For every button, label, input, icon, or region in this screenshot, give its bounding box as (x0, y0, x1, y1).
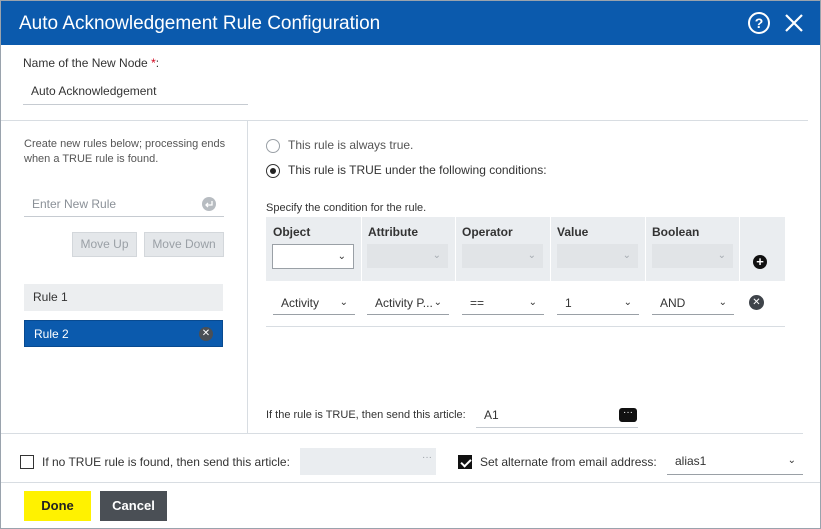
cancel-button[interactable]: Cancel (100, 491, 167, 521)
chevron-down-icon: ⌄ (718, 297, 727, 308)
column-header-value: Value (557, 225, 589, 239)
rules-help-line2: when a TRUE rule is found. (24, 153, 159, 165)
no-true-rule-label: If no TRUE rule is found, then send this… (42, 455, 290, 469)
column-header-boolean: Boolean (652, 225, 700, 239)
add-condition-icon[interactable]: + (753, 255, 767, 269)
condition-value-value: 1 (565, 296, 572, 310)
condition-object-value: Activity (281, 296, 320, 310)
send-article-input[interactable]: A1 (476, 404, 638, 428)
alternate-email-select[interactable]: alias1 ⌄ (667, 449, 803, 475)
help-icon[interactable]: ? (748, 12, 770, 34)
node-name-label: Name of the New Node *: (23, 56, 159, 70)
column-header-attribute: Attribute (368, 225, 418, 239)
title-bar: Auto Acknowledgement Rule Configuration … (1, 1, 820, 45)
col-separator (361, 217, 362, 281)
rule-list-item-2[interactable]: Rule 2 ✕ (24, 320, 223, 347)
rule-list-item-1[interactable]: Rule 1 (24, 284, 223, 311)
chevron-down-icon: ⌄ (528, 297, 537, 308)
chevron-down-icon: ⌄ (717, 250, 726, 261)
always-true-radio[interactable] (266, 139, 280, 153)
chevron-down-icon: ⌄ (337, 251, 346, 262)
object-header-select[interactable]: ⌄ (272, 244, 354, 269)
enter-icon[interactable] (202, 197, 216, 211)
chevron-down-icon: ⌄ (432, 250, 441, 261)
section-divider (1, 120, 808, 121)
chevron-down-icon: ⌄ (787, 455, 796, 466)
actions-divider (1, 482, 820, 483)
alternate-email-value: alias1 (675, 454, 707, 468)
browse-article-icon[interactable]: ··· (619, 408, 637, 422)
node-name-label-text: Name of the New Node (23, 56, 152, 70)
chevron-down-icon: ⌄ (339, 297, 348, 308)
rule-1-label: Rule 1 (33, 290, 68, 304)
operator-header-select: ⌄ (462, 244, 543, 268)
conditional-radio[interactable] (266, 164, 280, 178)
condition-object-select[interactable]: Activity ⌄ (273, 291, 355, 315)
chevron-down-icon: ⌄ (527, 250, 536, 261)
condition-value-select[interactable]: 1 ⌄ (557, 291, 639, 315)
chevron-down-icon: ⌄ (433, 297, 442, 308)
send-article-label: If the rule is TRUE, then send this arti… (266, 409, 466, 421)
condition-hint: Specify the condition for the rule. (266, 202, 427, 214)
condition-boolean-value: AND (660, 296, 686, 310)
rule-config-dialog: Auto Acknowledgement Rule Configuration … (0, 0, 821, 529)
condition-operator-select[interactable]: == ⌄ (462, 291, 544, 315)
panel-divider (247, 120, 248, 433)
rule-2-label: Rule 2 (34, 327, 69, 341)
column-header-operator: Operator (462, 225, 513, 239)
dialog-title: Auto Acknowledgement Rule Configuration (19, 13, 381, 34)
col-separator (455, 217, 456, 281)
alternate-email-checkbox[interactable] (458, 455, 472, 469)
node-name-input[interactable]: Auto Acknowledgement (23, 80, 248, 105)
condition-attribute-value: Activity P... (375, 296, 433, 310)
condition-attribute-select[interactable]: Activity P... ⌄ (367, 291, 449, 315)
col-separator (645, 217, 646, 281)
new-rule-input[interactable]: Enter New Rule (24, 193, 224, 217)
col-separator (739, 217, 740, 281)
attribute-header-select: ⌄ (367, 244, 448, 268)
close-icon[interactable] (783, 11, 805, 35)
move-down-button[interactable]: Move Down (144, 232, 224, 257)
no-true-rule-article-input: ··· (300, 448, 436, 475)
move-up-button[interactable]: Move Up (72, 232, 137, 257)
condition-operator-value: == (470, 296, 485, 310)
always-true-label: This rule is always true. (288, 138, 414, 152)
remove-rule-icon[interactable]: ✕ (199, 327, 213, 341)
boolean-header-select: ⌄ (652, 244, 733, 268)
remove-condition-icon[interactable]: ✕ (749, 295, 764, 310)
alternate-email-label: Set alternate from email address: (480, 455, 657, 469)
browse-ellipsis-icon: ··· (422, 452, 432, 463)
column-header-object: Object (273, 225, 311, 239)
no-true-rule-checkbox[interactable] (20, 455, 34, 469)
value-header-select: ⌄ (557, 244, 638, 268)
chevron-down-icon: ⌄ (622, 250, 631, 261)
col-separator (550, 217, 551, 281)
chevron-down-icon: ⌄ (623, 297, 632, 308)
done-button[interactable]: Done (24, 491, 91, 521)
condition-row-divider (266, 326, 785, 327)
node-name-colon: : (155, 56, 160, 70)
rules-help-line1: Create new rules below; processing ends (24, 138, 226, 150)
footer-divider (1, 433, 803, 434)
conditional-label: This rule is TRUE under the following co… (288, 163, 547, 177)
condition-boolean-select[interactable]: AND ⌄ (652, 291, 734, 315)
